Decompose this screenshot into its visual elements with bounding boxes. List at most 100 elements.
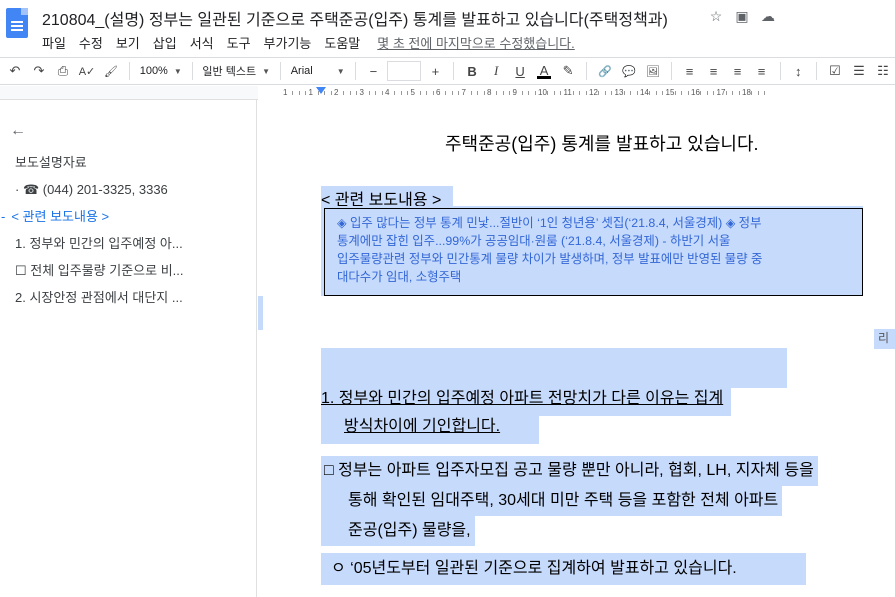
ruler-number: 14 bbox=[640, 88, 649, 97]
toolbar-divider bbox=[354, 62, 356, 80]
ruler-tick bbox=[547, 91, 549, 95]
menu-view[interactable]: 보기 bbox=[116, 33, 140, 52]
ruler-tick bbox=[630, 91, 632, 95]
section-heading-1-line2: 방식차이에 기인합니다. bbox=[344, 418, 501, 435]
align-center-icon[interactable]: ≡ bbox=[703, 60, 725, 82]
zoom-select[interactable]: 100% ▼ bbox=[136, 60, 186, 82]
ruler-tick bbox=[706, 91, 708, 95]
checklist-icon[interactable]: ☑ bbox=[824, 60, 846, 82]
cloud-status-icon[interactable]: ☁ bbox=[760, 8, 776, 25]
menu-edit[interactable]: 수정 bbox=[79, 33, 103, 52]
undo-icon[interactable]: ↶ bbox=[4, 60, 26, 82]
toolbar-divider bbox=[586, 62, 587, 80]
text-color-swatch bbox=[537, 76, 552, 79]
bold-button[interactable]: B bbox=[461, 60, 483, 82]
ruler-tick bbox=[604, 91, 606, 95]
text-color-button[interactable]: A bbox=[533, 60, 555, 82]
link-icon[interactable]: 🔗 bbox=[594, 60, 616, 82]
section-heading-1: 1. 정부와 민간의 입주예정 아파트 전망치가 다른 이유는 집계 bbox=[321, 388, 732, 416]
style-select[interactable]: 일반 텍스트 ▼ bbox=[198, 60, 274, 82]
ruler-number: 18 bbox=[742, 88, 751, 97]
outline-item[interactable]: · ☎ (044) 201-3325, 3336 bbox=[15, 181, 250, 208]
align-right-icon[interactable]: ≡ bbox=[727, 60, 749, 82]
ruler-number: 2 bbox=[334, 88, 339, 97]
ruler-tick bbox=[419, 91, 421, 95]
comment-icon[interactable]: 💬 bbox=[618, 60, 640, 82]
ruler-tick bbox=[623, 91, 625, 95]
last-edit-link[interactable]: 몇 초 전에 마지막으로 수정했습니다. bbox=[377, 33, 574, 52]
paint-format-icon[interactable]: 🖌 bbox=[100, 60, 122, 82]
ruler-number: 11 bbox=[563, 88, 572, 97]
menu-tools[interactable]: 도구 bbox=[227, 33, 251, 52]
outline-item[interactable]: 1. 정부와 민간의 입주예정 아... bbox=[15, 235, 250, 262]
menu-insert[interactable]: 삽입 bbox=[153, 33, 177, 52]
menu-addons[interactable]: 부가기능 bbox=[264, 33, 312, 52]
menu-bar: 파일 수정 보기 삽입 서식 도구 부가기능 도움말 몇 초 전에 마지막으로 … bbox=[42, 33, 575, 52]
ruler-tick bbox=[572, 91, 574, 95]
style-value: 일반 텍스트 bbox=[202, 66, 257, 78]
ruler-row: 1 1 2 3 4 5 6 7 8 9 10 11 12 13 14 15 16 17 18 bbox=[0, 86, 895, 100]
related-news-line: 대다수가 임대, 소형주택 bbox=[337, 270, 462, 284]
body-paragraph: □ 정부는 아파트 입주자모집 공고 물량 뿐만 아니라, 협회, LH, 지자… bbox=[321, 456, 887, 546]
ruler-tick bbox=[343, 91, 345, 95]
menu-help[interactable]: 도움말 bbox=[324, 33, 360, 52]
redo-icon[interactable]: ↷ bbox=[28, 60, 50, 82]
menu-file[interactable]: 파일 bbox=[42, 33, 66, 52]
outline-item[interactable]: 보도설명자료 bbox=[15, 154, 250, 181]
title-bar: 210804_(설명) 정부는 일관된 기준으로 주택준공(입주) 통계를 발표… bbox=[0, 0, 895, 56]
menu-format[interactable]: 서식 bbox=[190, 33, 214, 52]
ruler-tick bbox=[477, 91, 479, 95]
ruler-tick bbox=[426, 91, 428, 95]
justify-icon[interactable]: ≡ bbox=[751, 60, 773, 82]
ruler-tick bbox=[317, 91, 319, 95]
outline-item[interactable]: ☐ 전체 입주물량 기준으로 비... bbox=[15, 262, 250, 289]
line-spacing-icon[interactable]: ↕ bbox=[787, 60, 809, 82]
outline-list: 보도설명자료 · ☎ (044) 201-3325, 3336 - < 관련 보도… bbox=[1, 154, 250, 316]
document-page[interactable]: 주택준공(입주) 통계를 발표하고 있습니다. < 관련 보도내용 > ◈ 입주… bbox=[258, 100, 895, 597]
increase-font-size-button[interactable]: + bbox=[424, 60, 446, 82]
font-size-input[interactable] bbox=[387, 61, 422, 81]
ruler-tick bbox=[534, 91, 536, 95]
horizontal-ruler[interactable]: 1 1 2 3 4 5 6 7 8 9 10 11 12 13 14 15 16 17 18 bbox=[258, 86, 895, 100]
document-title[interactable]: 210804_(설명) 정부는 일관된 기준으로 주택준공(입주) 통계를 발표… bbox=[42, 6, 668, 30]
ruler-tick bbox=[432, 91, 434, 95]
ruler-tick bbox=[579, 91, 581, 95]
ruler-tick bbox=[655, 91, 657, 95]
ruler-number: 9 bbox=[512, 88, 517, 97]
bulleted-list-icon[interactable]: ☰ bbox=[848, 60, 870, 82]
outline-item[interactable]: 2. 시장안정 관점에서 대단지 ... bbox=[15, 289, 250, 316]
italic-button[interactable]: I bbox=[485, 60, 507, 82]
align-left-icon[interactable]: ≡ bbox=[679, 60, 701, 82]
toolbar-divider bbox=[816, 62, 817, 80]
move-to-folder-icon[interactable]: ▣ bbox=[734, 8, 750, 25]
insert-image-icon[interactable]: 🖼 bbox=[642, 60, 664, 82]
related-news-line: 통계에만 잡힌 입주...99%가 공공임대·원룸 (‘21.8.4, 서울경제… bbox=[337, 234, 731, 248]
font-select[interactable]: Arial ▼ bbox=[287, 60, 349, 82]
outline-item-active[interactable]: - < 관련 보도내용 > bbox=[1, 208, 250, 235]
spellcheck-icon[interactable]: A✓ bbox=[76, 60, 98, 82]
ruler-number: 17 bbox=[716, 88, 726, 97]
docs-logo-icon[interactable] bbox=[6, 8, 28, 38]
ruler-tick bbox=[356, 91, 358, 95]
google-docs-window: 210804_(설명) 정부는 일관된 기준으로 주택준공(입주) 통계를 발표… bbox=[0, 0, 895, 597]
highlight-icon[interactable]: ✎ bbox=[557, 60, 579, 82]
ruler-tick bbox=[700, 91, 702, 95]
ruler-tick bbox=[445, 91, 447, 95]
ruler-tick bbox=[738, 91, 740, 95]
back-arrow-icon[interactable]: ← bbox=[10, 122, 26, 140]
ruler-tick bbox=[451, 91, 453, 95]
ruler-number: 13 bbox=[614, 88, 624, 97]
section-heading-1-line1: 1. 정부와 민간의 입주예정 아파트 전망치가 다른 이유는 집계 bbox=[321, 390, 724, 407]
decrease-font-size-button[interactable]: − bbox=[362, 60, 384, 82]
ruler-tick bbox=[521, 91, 523, 95]
star-icon[interactable]: ☆ bbox=[708, 8, 724, 25]
ruler-tick bbox=[725, 91, 727, 95]
underline-button[interactable]: U bbox=[509, 60, 531, 82]
toolbar-divider bbox=[670, 62, 672, 80]
sub-paragraph: ㅇ ‘05년도부터 일관된 기준으로 집계하여 발표하고 있습니다. bbox=[321, 553, 806, 585]
numbered-list-icon[interactable]: ☷ bbox=[872, 60, 894, 82]
ruler-tick bbox=[483, 91, 485, 95]
print-icon[interactable]: ⎙ bbox=[52, 60, 74, 82]
ruler-tick bbox=[751, 91, 753, 95]
toolbar-divider bbox=[279, 62, 281, 80]
